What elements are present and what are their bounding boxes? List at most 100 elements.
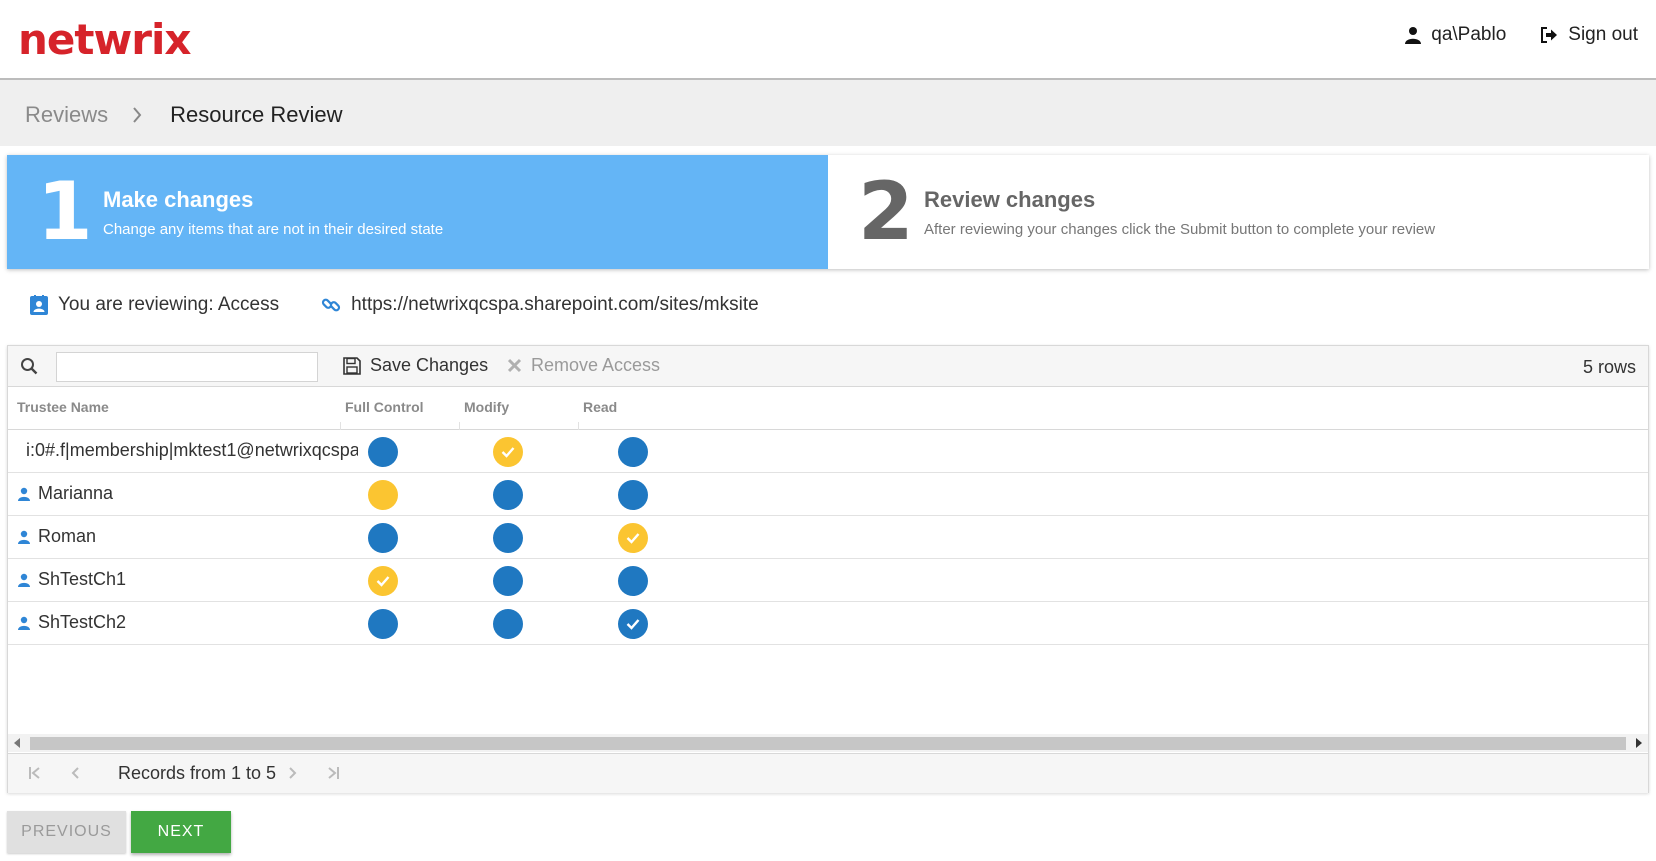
- checkmark-icon: [501, 446, 515, 458]
- user-icon: [18, 487, 30, 501]
- column-header-trustee-name[interactable]: Trustee Name: [17, 399, 109, 415]
- save-changes-label: Save Changes: [370, 355, 489, 375]
- table-row[interactable]: i:0#.f|membership|mktest1@netwrixqcspa.o…: [8, 430, 1648, 473]
- link-icon: [322, 298, 341, 312]
- last-page-icon[interactable]: [326, 766, 340, 780]
- checkmark-icon: [626, 618, 640, 630]
- permission-toggle-full-control[interactable]: [368, 437, 398, 467]
- checkmark-icon: [376, 575, 390, 587]
- floppy-disk-icon: [343, 356, 361, 375]
- user-name: qa\Pablo: [1431, 24, 1507, 45]
- step-review-changes: 2 Review changes After reviewing your ch…: [828, 155, 1649, 269]
- grid-toolbar: Save Changes Remove Access 5 rows: [8, 346, 1648, 387]
- trustee-name-cell: ShTestCh2: [18, 612, 358, 633]
- permission-toggle-read[interactable]: [618, 480, 648, 510]
- permission-toggle-read[interactable]: [618, 523, 648, 553]
- sign-out-icon: [1541, 27, 1558, 43]
- step-description: After reviewing your changes click the S…: [924, 221, 1436, 238]
- permission-toggle-modify[interactable]: [493, 437, 523, 467]
- access-grid: Save Changes Remove Access 5 rows Truste…: [7, 345, 1649, 793]
- reviewing-label-group: You are reviewing: Access: [30, 294, 279, 316]
- checkmark-icon: [626, 532, 640, 544]
- search-input[interactable]: [56, 352, 318, 382]
- step-description: Change any items that are not in their d…: [103, 221, 444, 238]
- table-row[interactable]: ShTestCh1: [8, 559, 1648, 602]
- breadcrumb-reviews[interactable]: Reviews: [25, 102, 108, 128]
- trustee-name: Roman: [38, 526, 97, 546]
- trustee-name-cell: Roman: [18, 526, 358, 547]
- user-icon: [18, 616, 30, 630]
- trustee-name-cell: i:0#.f|membership|mktest1@netwrixqcspa.o…: [18, 440, 358, 461]
- sign-out-label: Sign out: [1568, 24, 1638, 45]
- user-icon: [1405, 27, 1422, 44]
- table-row[interactable]: Marianna: [8, 473, 1648, 516]
- trustee-name: i:0#.f|membership|mktest1@netwrixqcspa.o…: [26, 440, 358, 460]
- resource-url-group: https://netwrixqcspa.sharepoint.com/site…: [321, 294, 759, 316]
- permission-toggle-modify[interactable]: [493, 523, 523, 553]
- scroll-left-icon[interactable]: [14, 738, 20, 748]
- wizard-steps: 1 Make changes Change any items that are…: [7, 155, 1649, 269]
- permission-toggle-modify[interactable]: [493, 609, 523, 639]
- trustee-name: Marianna: [38, 483, 114, 503]
- resource-url[interactable]: https://netwrixqcspa.sharepoint.com/site…: [351, 294, 759, 316]
- table-row[interactable]: Roman: [8, 516, 1648, 559]
- previous-page-icon[interactable]: [70, 766, 80, 780]
- table-row[interactable]: ShTestCh2: [8, 602, 1648, 645]
- records-label: Records from 1 to 5: [118, 763, 277, 783]
- remove-access-label: Remove Access: [531, 355, 661, 375]
- permission-toggle-full-control[interactable]: [368, 609, 398, 639]
- column-header-modify[interactable]: Modify: [464, 399, 509, 415]
- grid-rows: i:0#.f|membership|mktest1@netwrixqcspa.o…: [8, 430, 1648, 645]
- sign-out-link[interactable]: Sign out: [1540, 24, 1638, 46]
- trustee-name-cell: ShTestCh1: [18, 569, 358, 590]
- column-divider: [578, 422, 579, 430]
- breadcrumb-current: Resource Review: [170, 102, 343, 127]
- user-icon: [18, 573, 30, 587]
- permission-toggle-modify[interactable]: [493, 480, 523, 510]
- chevron-right-icon: [132, 107, 142, 123]
- step-title: Review changes: [924, 187, 1096, 212]
- user-icon: [18, 530, 30, 544]
- reviewing-label: You are reviewing: Access: [58, 294, 280, 315]
- trustee-name: ShTestCh1: [38, 569, 127, 589]
- scrollbar-thumb[interactable]: [30, 737, 1626, 750]
- column-header-read[interactable]: Read: [583, 399, 617, 415]
- scroll-right-icon[interactable]: [1636, 738, 1642, 748]
- trustee-name: ShTestCh2: [38, 612, 127, 632]
- first-page-icon[interactable]: [28, 766, 42, 780]
- permission-toggle-read[interactable]: [618, 566, 648, 596]
- contact-card-icon: [30, 295, 48, 315]
- permission-toggle-full-control[interactable]: [368, 523, 398, 553]
- breadcrumb: Reviews Resource Review: [25, 102, 343, 128]
- trustee-name-cell: Marianna: [18, 483, 358, 504]
- grid-header: Trustee Name Full Control Modify Read: [8, 387, 1648, 430]
- step-number: 1: [37, 165, 93, 258]
- next-page-icon[interactable]: [288, 766, 298, 780]
- previous-button[interactable]: PREVIOUS: [7, 811, 126, 853]
- permission-toggle-read[interactable]: [618, 437, 648, 467]
- save-changes-button[interactable]: Save Changes: [343, 355, 488, 376]
- step-number: 2: [858, 165, 914, 258]
- step-title: Make changes: [103, 187, 254, 212]
- user-area: qa\Pablo Sign out: [1405, 24, 1638, 46]
- permission-toggle-full-control[interactable]: [368, 480, 398, 510]
- user-menu[interactable]: qa\Pablo: [1405, 24, 1506, 46]
- horizontal-scrollbar[interactable]: [8, 734, 1648, 752]
- next-button[interactable]: NEXT: [131, 811, 231, 853]
- column-divider: [340, 422, 341, 430]
- row-count: 5 rows: [1582, 357, 1636, 377]
- column-divider: [459, 422, 460, 430]
- search-icon: [20, 357, 38, 380]
- permission-toggle-full-control[interactable]: [368, 566, 398, 596]
- permission-toggle-modify[interactable]: [493, 566, 523, 596]
- column-header-full-control[interactable]: Full Control: [345, 399, 424, 415]
- netwrix-logo[interactable]: netwrix: [18, 14, 191, 66]
- permission-toggle-read[interactable]: [618, 609, 648, 639]
- review-info: You are reviewing: Access https://netwri…: [30, 294, 759, 316]
- grid-pager: Records from 1 to 5: [8, 753, 1648, 793]
- breadcrumb-bar: Reviews Resource Review: [0, 80, 1656, 146]
- step-make-changes: 1 Make changes Change any items that are…: [7, 155, 828, 269]
- remove-access-button[interactable]: Remove Access: [507, 355, 660, 376]
- app-header: netwrix qa\Pablo Sign out: [0, 0, 1656, 80]
- close-icon: [507, 358, 522, 373]
